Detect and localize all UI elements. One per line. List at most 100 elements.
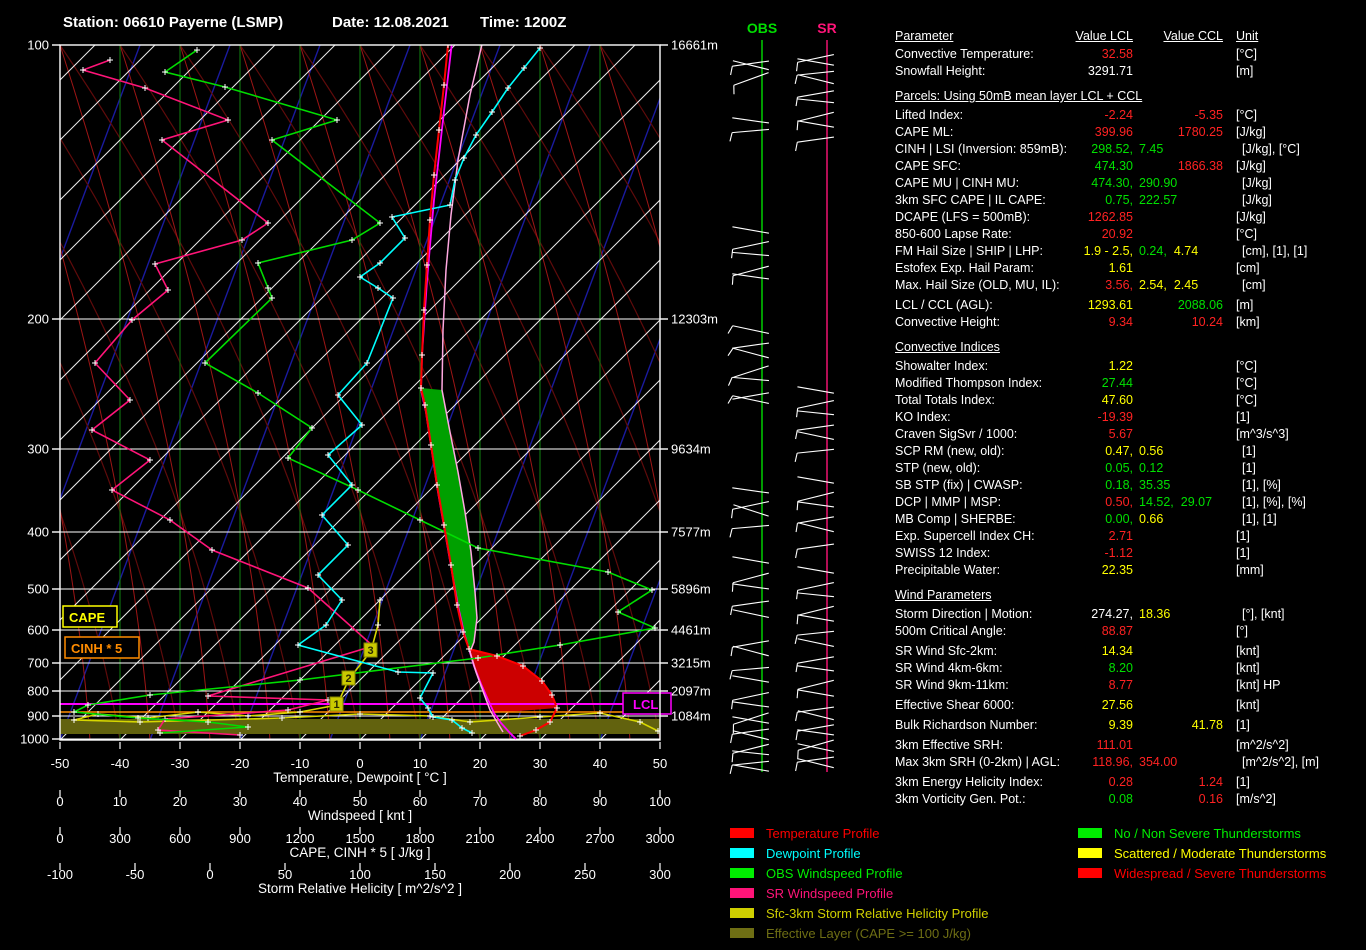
obs-wind-barb xyxy=(732,584,769,589)
param-row: 3km SFC CAPE | IL CAPE:0.75,222.57[J/kg] xyxy=(895,192,1363,209)
sr-wind-barb xyxy=(797,615,833,621)
legend-item: Widespread / Severe Thunderstorms xyxy=(1078,863,1326,883)
param-row: Snowfall Height:3291.71[m] xyxy=(895,63,1363,80)
obs-wind-barb xyxy=(733,573,769,583)
param-row: SR Wind 9km-11km:8.77[knt] HP xyxy=(895,677,1363,694)
sr-wind-barb xyxy=(797,502,834,507)
param-row: 3km Effective SRH:111.01[m^2/s^2] xyxy=(895,737,1363,754)
svg-text:CINH * 5: CINH * 5 xyxy=(71,641,122,656)
param-row: Effective Shear 6000:27.56[knt] xyxy=(895,697,1363,714)
param-row: SR Wind Sfc-2km:14.34[knt] xyxy=(895,643,1363,660)
param-row: SR Wind 4km-6km:8.20[knt] xyxy=(895,660,1363,677)
windspeed-axis-label: 0 xyxy=(56,794,63,809)
windspeed-axis-label: 10 xyxy=(113,794,127,809)
sr-wind-barb xyxy=(797,657,833,663)
legend-item: Effective Layer (CAPE >= 100 J/kg) xyxy=(730,923,989,943)
svg-text:LCL: LCL xyxy=(633,697,658,712)
temperature-axis-label: -50 xyxy=(51,756,70,771)
windspeed-axis-label: 90 xyxy=(593,794,607,809)
obs-wind-barb xyxy=(733,502,769,510)
cape-axis-label: 300 xyxy=(109,831,131,846)
sr-wind-barb xyxy=(798,492,834,501)
sr-wind-barb xyxy=(797,449,834,453)
cape-axis-title: CAPE, CINH * 5 [ J/kg ] xyxy=(289,845,430,860)
windspeed-axis-label: 60 xyxy=(413,794,427,809)
sr-wind-barb xyxy=(798,75,834,84)
cape-axis-label: 1500 xyxy=(346,831,375,846)
windspeed-axis-label: 40 xyxy=(293,794,307,809)
windspeed-axis-label: 30 xyxy=(233,794,247,809)
altitude-tick-label: 1084m xyxy=(671,709,711,724)
sr-wind-barb xyxy=(798,680,834,689)
temperature-axis-label: 50 xyxy=(653,756,667,771)
param-row: Showalter Index:1.22[°C] xyxy=(895,358,1363,375)
pressure-tick-label: 500 xyxy=(27,582,49,597)
sr-wind-barb xyxy=(798,401,834,409)
srh-axis-label: 250 xyxy=(574,867,596,882)
sr-wind-barb xyxy=(797,91,833,97)
param-row: Exp. Supercell Index CH:2.71[1] xyxy=(895,528,1363,545)
srh-axis-label: 0 xyxy=(206,867,213,882)
obs-wind-barb xyxy=(732,488,769,493)
sr-wind-barb xyxy=(797,730,834,735)
obs-wind-barb xyxy=(734,73,769,86)
sr-wind-barb xyxy=(797,137,834,142)
parameter-rows: Convective Temperature:32.58[°C]Snowfall… xyxy=(895,46,1363,808)
legend-swatch xyxy=(730,828,754,838)
sr-wind-barb xyxy=(797,593,834,597)
sr-wind-barb xyxy=(798,639,834,647)
section-header: Convective Indices xyxy=(895,338,1363,356)
obs-wind-barb xyxy=(732,667,769,670)
obs-wind-barb xyxy=(732,702,769,707)
param-row: CAPE SFC:474.301866.38[J/kg] xyxy=(895,158,1363,175)
param-row: SWISS 12 Index:-1.12[1] xyxy=(895,545,1363,562)
srh-axis-label: 100 xyxy=(349,867,371,882)
svg-text:2: 2 xyxy=(345,673,351,685)
altitude-tick-label: 16661m xyxy=(671,38,718,53)
altitude-tick-label: 2097m xyxy=(671,684,711,699)
srh-axis-label: 200 xyxy=(499,867,521,882)
legend-label: Dewpoint Profile xyxy=(766,846,861,861)
sr-wind-barb xyxy=(797,544,834,549)
legend-label: Widespread / Severe Thunderstorms xyxy=(1114,866,1326,881)
svg-text:1: 1 xyxy=(333,699,339,711)
altitude-tick-label: 5896m xyxy=(671,582,711,597)
param-row: Total Totals Index:47.60[°C] xyxy=(895,392,1363,409)
windspeed-axis-title: Windspeed [ knt ] xyxy=(308,808,412,823)
sr-wind-barb xyxy=(797,517,833,523)
srh-axis-label: 50 xyxy=(278,867,292,882)
sr-wind-barb xyxy=(797,425,834,430)
temperature-axis-label: 10 xyxy=(413,756,427,771)
obs-wind-barb xyxy=(732,751,769,755)
param-row: Lifted Index:-2.24-5.35[°C] xyxy=(895,107,1363,124)
srh-axis-label: 150 xyxy=(424,867,446,882)
obs-wind-barb xyxy=(732,252,769,255)
altitude-tick-label: 12303m xyxy=(671,312,718,327)
date-title: Date: 12.08.2021 xyxy=(332,14,449,31)
param-row: Estofex Exp. Hail Param:1.61[cm] xyxy=(895,260,1363,277)
sr-wind-barb xyxy=(797,59,833,65)
col-unit: Unit xyxy=(1223,27,1258,46)
sr-wind-barb xyxy=(797,99,834,103)
sr-wind-barb xyxy=(797,477,833,483)
param-row: KO Index:-19.39[1] xyxy=(895,409,1363,426)
param-row: Bulk Richardson Number:9.3941.78[1] xyxy=(895,717,1363,734)
obs-wind-barb xyxy=(732,557,768,563)
station-title: Station: 06610 Payerne (LSMP) xyxy=(63,14,283,31)
legend-item: SR Windspeed Profile xyxy=(730,883,989,903)
temperature-axis-label: -30 xyxy=(171,756,190,771)
param-row: FM Hail Size | SHIP | LHP:1.9 - 2.5,0.24… xyxy=(895,243,1363,260)
obs-wind-barb xyxy=(732,601,769,606)
sr-wind-barb xyxy=(797,567,833,573)
param-row: Convective Height:9.3410.24[km] xyxy=(895,314,1363,331)
legend-swatch xyxy=(1078,848,1102,858)
param-row: CAPE MU | CINH MU:474.30,290.90[J/kg] xyxy=(895,175,1363,192)
cape-axis-label: 900 xyxy=(229,831,251,846)
legend-item: Sfc-3km Storm Relative Helicity Profile xyxy=(730,903,989,923)
obs-wind-barb xyxy=(733,396,769,404)
cape-axis-label: 1200 xyxy=(286,831,315,846)
temperature-axis-label: 0 xyxy=(356,756,363,771)
temperature-axis-label: 40 xyxy=(593,756,607,771)
param-row: 500m Critical Angle:88.87[°] xyxy=(895,623,1363,640)
sr-wind-barb xyxy=(798,432,834,440)
